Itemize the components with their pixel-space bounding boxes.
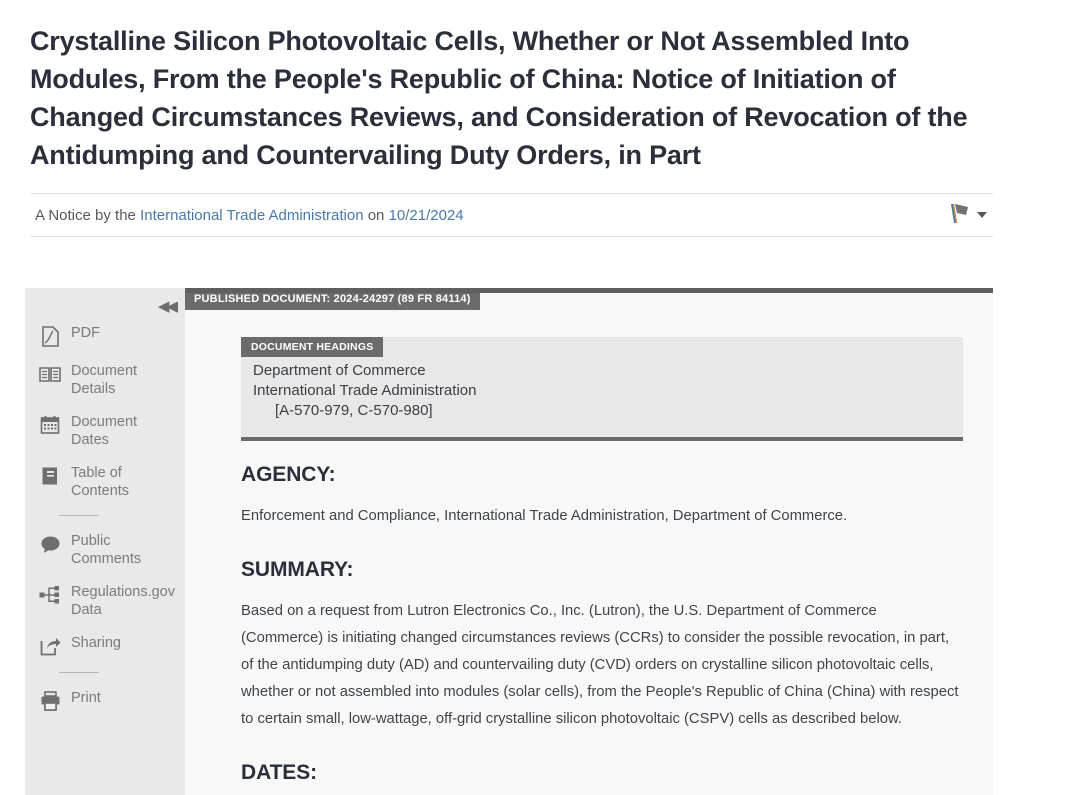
document-body: DOCUMENT HEADINGS Department of Commerce… [185, 293, 993, 785]
sidebar-item-table-of-contents[interactable]: Table of Contents [25, 464, 185, 500]
publication-date-link[interactable]: 10/21/2024 [389, 207, 464, 224]
sidebar-item-label: Document Details [71, 363, 138, 397]
byline-bar: A Notice by the International Trade Admi… [30, 193, 993, 237]
sidebar-item-label: Regulations.gov Data [71, 584, 175, 618]
sidebar-item-public-comments[interactable]: Public Comments [25, 532, 185, 568]
sitemap-icon [39, 584, 61, 606]
open-book-icon [39, 363, 61, 385]
byline: A Notice by the International Trade Admi… [30, 207, 464, 224]
document-content: PUBLISHED DOCUMENT: 2024-24297 (89 FR 84… [185, 288, 993, 795]
flag-icon[interactable] [946, 200, 972, 231]
sidebar-divider [59, 672, 99, 673]
sidebar-item-sharing[interactable]: Sharing [25, 634, 185, 657]
document-headings-tab: DOCUMENT HEADINGS [241, 337, 384, 357]
sidebar-item-document-details[interactable]: Document Details [25, 362, 185, 398]
calendar-icon [39, 414, 61, 436]
sidebar-item-label: Print [71, 690, 101, 706]
byline-actions [946, 200, 993, 231]
agency-link[interactable]: International Trade Administration [140, 207, 363, 224]
share-icon [39, 635, 61, 657]
sidebar-item-label: Sharing [71, 635, 121, 651]
collapse-sidebar-button[interactable]: ◀◀ [158, 299, 178, 314]
summary-section-body: Based on a request from Lutron Electroni… [241, 603, 959, 727]
speech-bubble-icon [39, 533, 61, 555]
sidebar-item-print[interactable]: Print [25, 689, 185, 712]
book-icon [39, 465, 61, 487]
sidebar-item-document-dates[interactable]: Document Dates [25, 413, 185, 449]
published-document-tab: PUBLISHED DOCUMENT: 2024-24297 (89 FR 84… [185, 293, 480, 310]
page-header: Crystalline Silicon Photovoltaic Cells, … [0, 0, 1072, 237]
heading-department: Department of Commerce [253, 362, 426, 379]
sidebar-item-pdf[interactable]: PDF [25, 324, 185, 347]
sidebar-item-label: Table of Contents [71, 465, 130, 499]
agency-section-body: Enforcement and Compliance, Internationa… [241, 508, 848, 524]
document-panel: ◀◀ PDF Document Details Document Dates T… [25, 288, 993, 795]
heading-agency: International Trade Administration [253, 382, 477, 399]
agency-section-heading: AGENCY: [241, 463, 336, 486]
sidebar-item-label: Document Dates [71, 414, 138, 448]
sidebar-item-regulations-gov-data[interactable]: Regulations.gov Data [25, 583, 185, 619]
summary-section-heading: SUMMARY: [241, 558, 354, 581]
page-title: Crystalline Silicon Photovoltaic Cells, … [30, 26, 968, 170]
byline-prefix: A Notice by the [35, 206, 136, 224]
pdf-page-icon [39, 325, 61, 347]
sidebar-collapse-row: ◀◀ [25, 288, 185, 324]
sidebar-item-label: Public Comments [71, 533, 142, 567]
dates-section-heading: DATES: [241, 761, 318, 784]
printer-icon [39, 690, 61, 712]
sidebar-item-label: PDF [71, 325, 100, 341]
sidebar-divider [59, 515, 99, 516]
byline-mid: on [367, 206, 385, 224]
heading-case-numbers: [A-570-979, C-570-980] [275, 402, 433, 419]
document-headings-box: DOCUMENT HEADINGS Department of Commerce… [241, 337, 963, 441]
chevron-down-icon[interactable] [977, 212, 987, 218]
document-sidebar: ◀◀ PDF Document Details Document Dates T… [25, 288, 185, 795]
